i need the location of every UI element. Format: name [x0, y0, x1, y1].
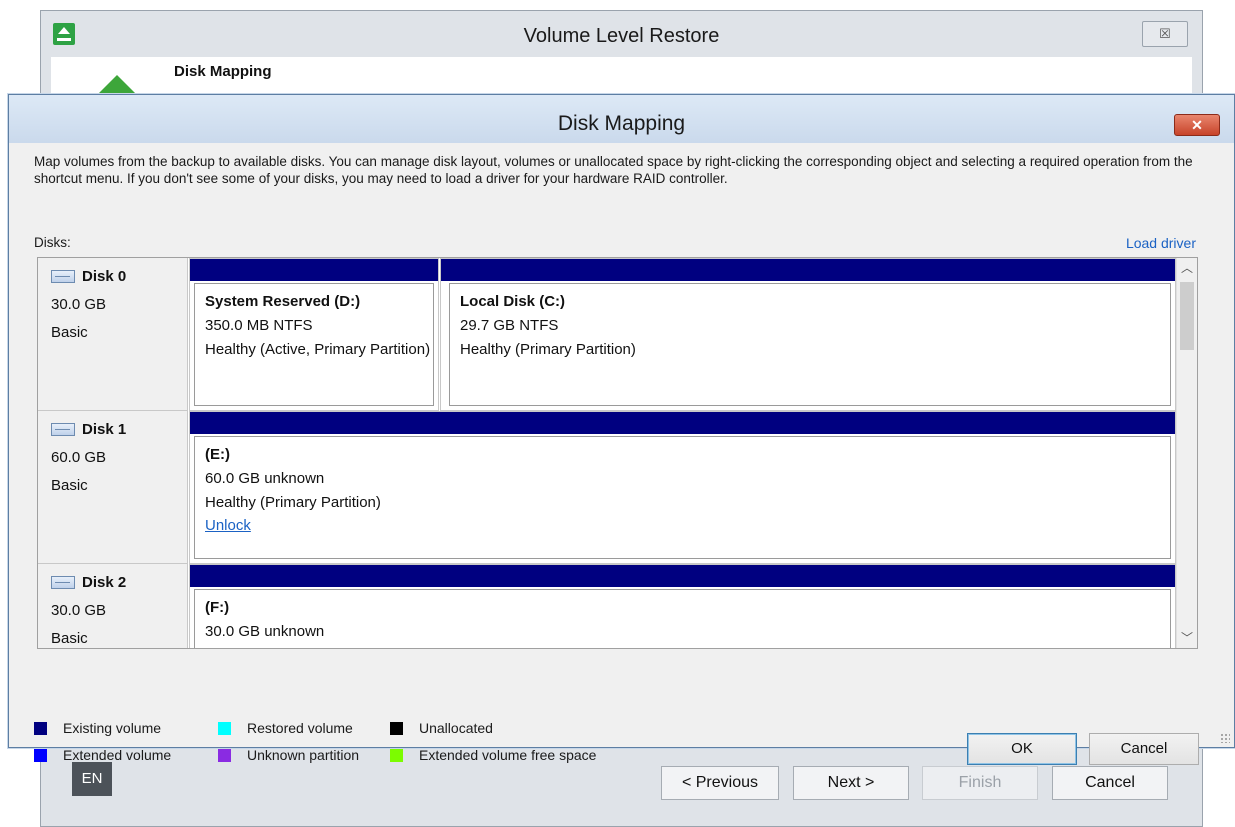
finish-button[interactable]: Finish: [922, 766, 1038, 800]
legend-item: Restored volume: [218, 720, 353, 736]
wizard-step-title: Disk Mapping: [174, 63, 272, 80]
legend-swatch: [390, 748, 403, 762]
legend-label: Extended volume: [63, 747, 172, 763]
disk-size: 30.0 GB: [51, 296, 107, 313]
volume-type-bar: [441, 259, 1175, 281]
disk-size: 30.0 GB: [51, 602, 107, 619]
volume-details: (E:) 60.0 GB unknown Healthy (Primary Pa…: [194, 436, 1171, 559]
wizard-cancel-button[interactable]: Cancel: [1052, 766, 1168, 800]
disk-name: Disk 0: [82, 268, 127, 285]
volume-name: System Reserved (D:): [205, 293, 361, 310]
legend-item: Unknown partition: [218, 747, 359, 763]
legend-label: Unknown partition: [247, 747, 360, 763]
hard-disk-icon: [51, 423, 75, 436]
volume-details: Local Disk (C:) 29.7 GB NTFS Healthy (Pr…: [449, 283, 1171, 406]
disk-name: Disk 2: [82, 574, 127, 591]
hard-disk-icon: [51, 576, 75, 589]
wizard-titlebar: Volume Level Restore ☒: [41, 11, 1202, 57]
volume-type-bar: [190, 259, 438, 281]
ok-button[interactable]: OK: [967, 733, 1077, 765]
volume-status: Healthy (Primary Partition): [460, 341, 636, 358]
volume-details: System Reserved (D:) 350.0 MB NTFS Healt…: [194, 283, 434, 406]
volume-block[interactable]: (F:) 30.0 GB unknown: [189, 564, 1176, 648]
disk-list[interactable]: Disk 0 30.0 GB Basic System Reserved (D:…: [37, 257, 1198, 649]
scroll-up-arrow-icon[interactable]: ︿: [1177, 258, 1197, 278]
volume-size: 350.0 MB NTFS: [205, 317, 313, 334]
legend-label: Existing volume: [63, 720, 162, 736]
language-indicator[interactable]: EN: [72, 762, 112, 796]
load-driver-link[interactable]: Load driver: [1126, 235, 1196, 251]
disk-type: Basic: [51, 477, 88, 494]
wizard-close-button[interactable]: ☒: [1142, 21, 1188, 47]
next-button[interactable]: Next >: [793, 766, 909, 800]
legend-item: Extended volume: [34, 747, 171, 763]
dialog-description: Map volumes from the backup to available…: [34, 154, 1193, 186]
volume-type-bar: [190, 412, 1175, 434]
volume-name: (E:): [205, 446, 230, 463]
legend-swatch: [34, 748, 47, 762]
volume-status: Healthy (Active, Primary Partition): [205, 341, 431, 358]
legend-swatch: [34, 721, 47, 735]
legend-swatch: [390, 721, 403, 735]
disk-row[interactable]: Disk 1 60.0 GB Basic (E:) 60.0 GB unknow…: [38, 411, 1177, 564]
legend-label: Extended volume free space: [419, 747, 597, 763]
dialog-titlebar: Disk Mapping ✕: [9, 95, 1234, 143]
legend-item: Existing volume: [34, 720, 161, 736]
disk-list-scrollbar[interactable]: ︿ ﹀: [1176, 258, 1197, 648]
volume-type-bar: [190, 565, 1175, 587]
unlock-link[interactable]: Unlock: [205, 517, 1170, 534]
dialog-title: Disk Mapping: [557, 112, 686, 135]
dialog-close-button[interactable]: ✕: [1174, 114, 1220, 136]
volume-name: (F:): [205, 599, 230, 616]
disk-type: Basic: [51, 630, 88, 647]
disk-size: 60.0 GB: [51, 449, 107, 466]
disk-row[interactable]: Disk 0 30.0 GB Basic System Reserved (D:…: [38, 258, 1177, 411]
disk-type: Basic: [51, 324, 88, 341]
legend-item: Extended volume free space: [390, 747, 596, 763]
dialog-body: Map volumes from the backup to available…: [9, 143, 1234, 765]
volume-size: 30.0 GB unknown: [205, 623, 325, 640]
volume-block[interactable]: System Reserved (D:) 350.0 MB NTFS Healt…: [189, 258, 439, 411]
disk-name-row: Disk 2: [51, 574, 187, 591]
disk-name-row: Disk 1: [51, 421, 187, 438]
legend-label: Unallocated: [419, 720, 493, 736]
dialog-cancel-button[interactable]: Cancel: [1089, 733, 1199, 765]
legend-swatch: [218, 748, 231, 762]
disk-info[interactable]: Disk 2 30.0 GB Basic: [38, 564, 188, 648]
disk-name-row: Disk 0: [51, 268, 187, 285]
wizard-title: Volume Level Restore: [523, 25, 720, 47]
legend-item: Unallocated: [390, 720, 493, 736]
disk-row[interactable]: Disk 2 30.0 GB Basic (F:) 30.0 GB unknow…: [38, 564, 1177, 648]
volume-details: (F:) 30.0 GB unknown: [194, 589, 1171, 648]
volume-name: Local Disk (C:): [460, 293, 566, 310]
hard-disk-icon: [51, 270, 75, 283]
volume-size: 29.7 GB NTFS: [460, 317, 559, 334]
scroll-thumb[interactable]: [1180, 282, 1194, 350]
legend-swatch: [218, 721, 231, 735]
disks-label: Disks:: [34, 235, 71, 250]
volume-block[interactable]: (E:) 60.0 GB unknown Healthy (Primary Pa…: [189, 411, 1176, 564]
volume-status: Healthy (Primary Partition): [205, 494, 381, 511]
disk-name: Disk 1: [82, 421, 127, 438]
disk-info[interactable]: Disk 0 30.0 GB Basic: [38, 258, 188, 411]
resize-grip-icon[interactable]: [1220, 733, 1230, 743]
volume-size: 60.0 GB unknown: [205, 470, 325, 487]
previous-button[interactable]: < Previous: [661, 766, 779, 800]
scroll-down-arrow-icon[interactable]: ﹀: [1177, 628, 1197, 648]
legend-label: Restored volume: [247, 720, 353, 736]
disk-info[interactable]: Disk 1 60.0 GB Basic: [38, 411, 188, 564]
volume-block[interactable]: Local Disk (C:) 29.7 GB NTFS Healthy (Pr…: [440, 258, 1176, 411]
disk-mapping-dialog: Disk Mapping ✕ Map volumes from the back…: [8, 94, 1235, 765]
